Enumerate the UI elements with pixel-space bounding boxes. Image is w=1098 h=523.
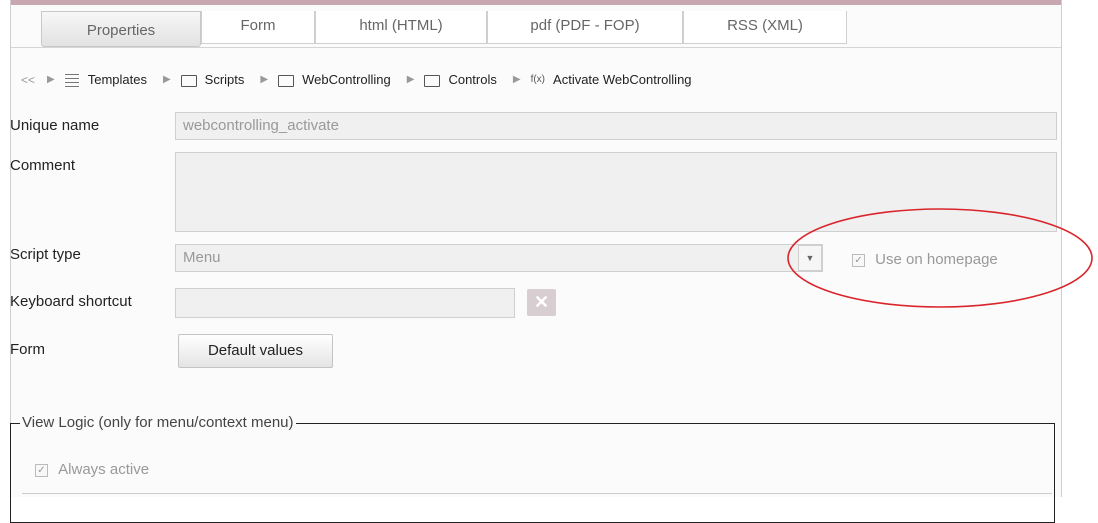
script-icon: f(x) (530, 74, 546, 85)
folder-icon (424, 74, 441, 87)
clear-shortcut-button[interactable]: ✕ (527, 289, 556, 316)
chevron-right-icon: ▶ (47, 74, 55, 85)
chevron-down-icon[interactable]: ▼ (798, 245, 822, 271)
checkbox-checked-icon[interactable]: ✓ (35, 463, 48, 477)
script-type-select[interactable]: Menu (175, 244, 823, 272)
tab-rss[interactable]: RSS (XML) (683, 11, 847, 44)
tab-html[interactable]: html (HTML) (315, 11, 487, 44)
use-on-homepage-checkbox[interactable]: ✓ Use on homepage (852, 251, 998, 268)
comment-label: Comment (10, 157, 76, 174)
keyboard-shortcut-label: Keyboard shortcut (10, 293, 132, 310)
tab-properties[interactable]: Properties (41, 11, 201, 47)
use-on-homepage-label: Use on homepage (875, 251, 998, 268)
keyboard-shortcut-field[interactable] (175, 288, 515, 318)
chevron-right-icon: ▶ (512, 74, 521, 85)
checkbox-checked-icon[interactable]: ✓ (852, 253, 865, 267)
breadcrumb-item-scripts[interactable]: Scripts (205, 72, 245, 87)
breadcrumb-back-icon[interactable]: << (21, 73, 35, 87)
unique-name-label: Unique name (10, 117, 100, 134)
comment-field[interactable] (175, 152, 1057, 232)
breadcrumb-item-current[interactable]: Activate WebControlling (553, 72, 692, 87)
tab-bar: Properties Form html (HTML) pdf (PDF - F… (41, 11, 847, 47)
chevron-right-icon: ▶ (260, 74, 269, 85)
unique-name-field[interactable]: webcontrolling_activate (175, 112, 1057, 140)
view-logic-fieldset (10, 423, 1055, 523)
always-active-label: Always active (58, 461, 150, 478)
templates-icon (64, 73, 79, 87)
breadcrumb-item-webcontrolling[interactable]: WebControlling (302, 72, 391, 87)
tab-pdf[interactable]: pdf (PDF - FOP) (487, 11, 683, 44)
folder-icon (278, 74, 295, 87)
folder-icon (180, 74, 197, 87)
view-logic-divider (22, 493, 1052, 494)
always-active-checkbox[interactable]: ✓ Always active (35, 461, 149, 478)
chevron-right-icon: ▶ (162, 74, 171, 85)
breadcrumb: << ▶ Templates ▶ Scripts ▶ WebControllin… (21, 72, 692, 87)
top-accent-bar (11, 0, 1061, 5)
tab-form[interactable]: Form (201, 11, 315, 44)
default-values-button[interactable]: Default values (178, 334, 333, 368)
tab-divider (11, 47, 1061, 48)
script-type-label: Script type (10, 246, 81, 263)
form-label: Form (10, 341, 45, 358)
breadcrumb-item-templates[interactable]: Templates (88, 72, 147, 87)
chevron-right-icon: ▶ (406, 74, 415, 85)
view-logic-legend: View Logic (only for menu/context menu) (20, 414, 296, 431)
close-icon: ✕ (533, 292, 550, 312)
breadcrumb-item-controls[interactable]: Controls (448, 72, 496, 87)
